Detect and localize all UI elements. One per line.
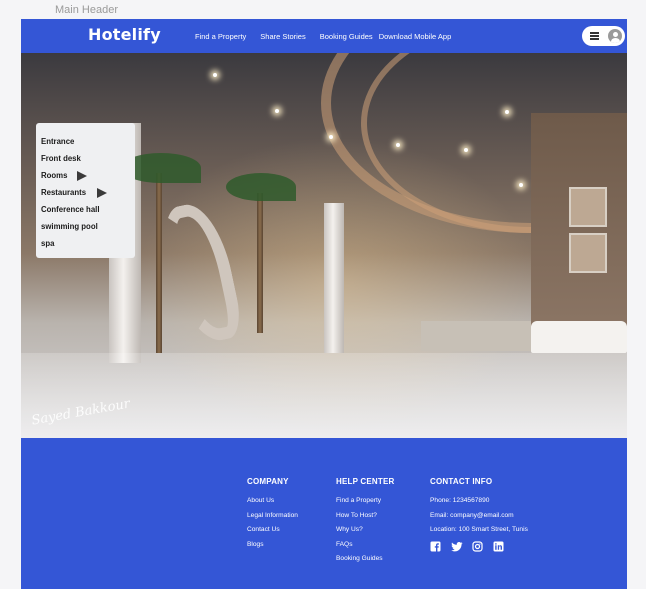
footer-link-booking-guides[interactable]: Booking Guides xyxy=(336,555,395,562)
menu-item-front-desk[interactable]: Front desk xyxy=(36,150,135,167)
linkedin-icon[interactable] xyxy=(493,541,504,552)
palm-leaves xyxy=(226,173,296,201)
sofa xyxy=(531,321,627,353)
hamburger-icon xyxy=(590,32,599,40)
wall-art xyxy=(569,187,607,227)
menu-item-entrance[interactable]: Entrance xyxy=(36,133,135,150)
menu-item-label: Front desk xyxy=(41,154,81,163)
footer-company: COMPANY About Us Legal Information Conta… xyxy=(247,477,298,555)
ceiling-light xyxy=(396,143,400,147)
nav-find-property[interactable]: Find a Property xyxy=(195,32,246,41)
menu-item-label: Entrance xyxy=(41,137,75,146)
logo[interactable]: Hotelify xyxy=(88,25,161,44)
menu-item-spa[interactable]: spa xyxy=(36,235,135,252)
footer-contact-info: CONTACT INFO Phone: 1234567890 Email: co… xyxy=(430,477,528,560)
lobby-areas-menu: Entrance Front desk Rooms Restaurants Co… xyxy=(36,123,135,258)
footer-heading: COMPANY xyxy=(247,477,289,486)
footer-link-why-us[interactable]: Why Us? xyxy=(336,526,395,533)
footer-link-faqs[interactable]: FAQs xyxy=(336,541,395,548)
footer-link-legal[interactable]: Legal Information xyxy=(247,512,298,519)
lobby-wall xyxy=(531,113,627,343)
palm-tree xyxy=(257,193,263,333)
ceiling-light xyxy=(213,73,217,77)
marble-floor xyxy=(21,353,627,438)
footer-link-about[interactable]: About Us xyxy=(247,497,298,504)
swirl-sculpture xyxy=(157,198,245,348)
marble-pillar xyxy=(324,203,344,353)
menu-item-swimming-pool[interactable]: swimming pool xyxy=(36,218,135,235)
nav-download-app[interactable]: Download Mobile App xyxy=(379,32,452,41)
contact-phone: Phone: 1234567890 xyxy=(430,497,490,504)
footer-link-how-to-host[interactable]: How To Host? xyxy=(336,512,395,519)
main-header: Hotelify Find a Property Share Stories B… xyxy=(21,19,627,53)
menu-item-restaurants[interactable]: Restaurants xyxy=(36,184,135,201)
menu-item-label: spa xyxy=(41,239,55,248)
reception-desk xyxy=(421,321,531,351)
avatar-icon xyxy=(608,29,622,43)
ceiling-light xyxy=(519,183,523,187)
facebook-icon[interactable] xyxy=(430,541,441,552)
instagram-icon[interactable] xyxy=(472,541,483,552)
wall-art xyxy=(569,233,607,273)
site-footer: COMPANY About Us Legal Information Conta… xyxy=(21,438,627,589)
main-nav: Find a Property Share Stories Booking Gu… xyxy=(195,19,465,53)
palm-tree xyxy=(156,173,162,353)
footer-link-blogs[interactable]: Blogs xyxy=(247,541,298,548)
submenu-arrow-icon[interactable] xyxy=(77,170,87,181)
nav-booking-guides[interactable]: Booking Guides xyxy=(320,32,373,41)
user-menu-button[interactable] xyxy=(582,26,625,46)
menu-item-label: Conference hall xyxy=(41,205,100,214)
footer-link-find-property[interactable]: Find a Property xyxy=(336,497,395,504)
ceiling-light xyxy=(329,135,333,139)
submenu-arrow-icon[interactable] xyxy=(97,187,107,198)
footer-help-center: HELP CENTER Find a Property How To Host?… xyxy=(336,477,395,570)
frame-label: Main Header xyxy=(55,4,118,16)
footer-heading: CONTACT INFO xyxy=(430,477,493,486)
twitter-icon[interactable] xyxy=(451,541,463,552)
ceiling-light xyxy=(275,109,279,113)
menu-item-label: swimming pool xyxy=(41,222,98,231)
menu-item-label: Rooms xyxy=(41,171,68,180)
ceiling-light xyxy=(464,148,468,152)
contact-email: Email: company@email.com xyxy=(430,511,514,519)
ceiling-light xyxy=(505,110,509,114)
footer-heading: HELP CENTER xyxy=(336,477,395,486)
social-links xyxy=(430,541,528,560)
menu-item-conference-hall[interactable]: Conference hall xyxy=(36,201,135,218)
nav-share-stories[interactable]: Share Stories xyxy=(260,32,305,41)
menu-item-label: Restaurants xyxy=(41,188,87,197)
page-gutter xyxy=(627,0,646,589)
contact-location: Location: 100 Smart Street, Tunis xyxy=(430,526,528,533)
footer-link-contact[interactable]: Contact Us xyxy=(247,526,298,533)
menu-item-rooms[interactable]: Rooms xyxy=(36,167,135,184)
